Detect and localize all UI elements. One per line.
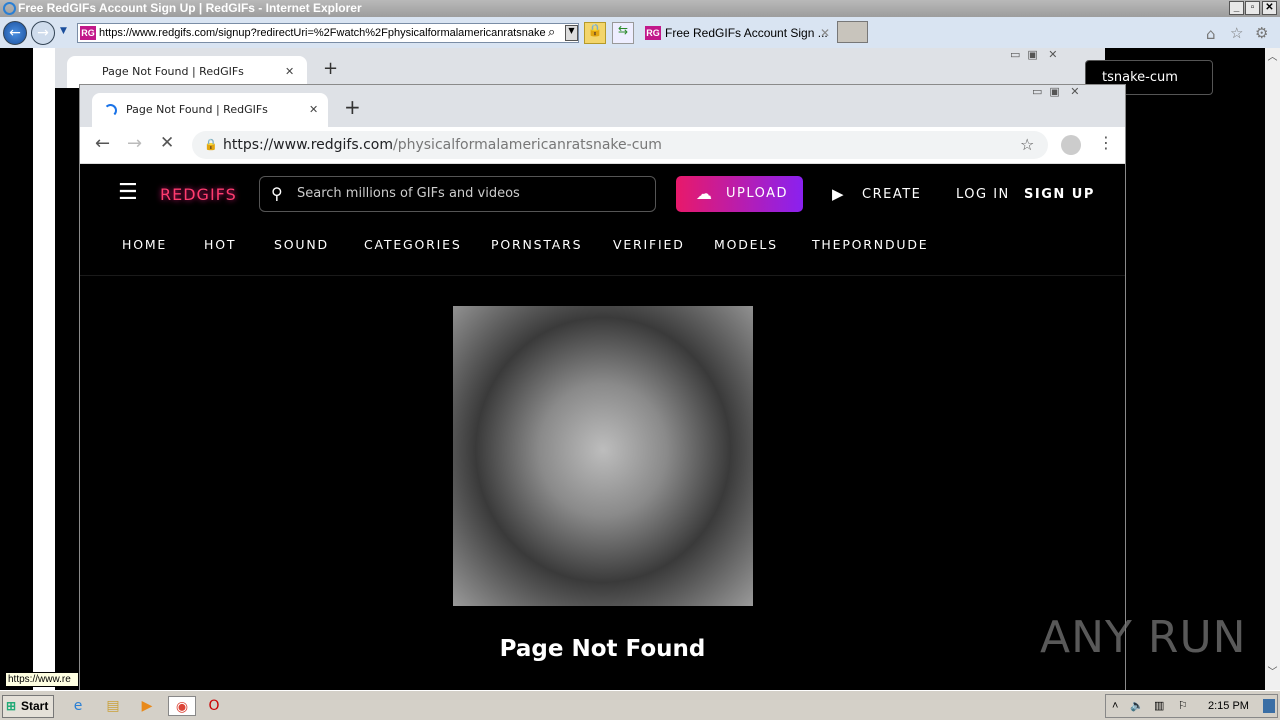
system-tray: ˄ 🔈 ▥ ⚐ 2:15 PM bbox=[1105, 694, 1278, 718]
refresh-icon[interactable]: ⇆ bbox=[612, 22, 634, 44]
nav-sound[interactable]: SOUND bbox=[274, 237, 329, 252]
ie-logo-icon bbox=[3, 2, 16, 15]
history-dropdown-icon[interactable]: ▼ bbox=[60, 26, 67, 36]
tab-label: Free RedGIFs Account Sign ... bbox=[665, 26, 828, 40]
nav-pornstars[interactable]: PORNSTARS bbox=[491, 237, 582, 252]
search-placeholder: Search millions of GIFs and videos bbox=[297, 186, 520, 201]
new-tab-icon[interactable]: + bbox=[344, 95, 361, 119]
redgifs-page: ☰ REDGIFS ⚲ Search millions of GIFs and … bbox=[80, 164, 1125, 691]
bookmark-star-icon[interactable]: ☆ bbox=[1020, 131, 1034, 159]
cloud-upload-icon: ☁ bbox=[696, 184, 714, 203]
tab-title: Page Not Found | RedGIFs bbox=[126, 103, 268, 116]
redgifs-logo[interactable]: REDGIFS bbox=[160, 185, 237, 204]
anyrun-watermark: ANY RUN bbox=[1040, 612, 1247, 663]
chrome-taskbar-icon[interactable]: ◉ bbox=[168, 696, 196, 716]
login-link[interactable]: LOG IN bbox=[956, 187, 1010, 202]
nav-categories[interactable]: CATEGORIES bbox=[364, 237, 462, 252]
favorites-star-icon[interactable]: ☆ bbox=[1230, 24, 1243, 42]
show-desktop-button[interactable] bbox=[1263, 699, 1275, 713]
chrome-window: Page Not Found | RedGIFs ✕ + ▭ ▣ ✕ ← → ✕… bbox=[79, 84, 1126, 691]
address-text: https://www.redgifs.com/signup?redirectU… bbox=[99, 27, 546, 39]
scroll-down-icon[interactable]: ﹀ bbox=[1265, 663, 1280, 678]
ie-taskbar-icon[interactable]: e bbox=[67, 696, 89, 716]
window-controls[interactable]: ▭ ▣ ✕ bbox=[1010, 48, 1058, 61]
network-icon[interactable]: ▥ bbox=[1154, 695, 1164, 717]
search-icon[interactable]: ⌕ bbox=[548, 25, 555, 40]
url-path: /physicalformalamericanratsnake-cum bbox=[393, 137, 662, 153]
loading-spinner-icon bbox=[104, 104, 117, 117]
not-found-image bbox=[453, 306, 753, 606]
explorer-taskbar-icon[interactable]: ▤ bbox=[102, 696, 124, 716]
media-player-taskbar-icon[interactable]: ▶ bbox=[136, 696, 158, 716]
stop-icon[interactable]: ✕ bbox=[160, 133, 174, 153]
tab-close-icon[interactable]: ✕ bbox=[820, 22, 830, 44]
tab-strip: Page Not Found | RedGIFs ✕ + ▭ ▣ ✕ bbox=[80, 85, 1125, 127]
forward-button[interactable]: → bbox=[31, 21, 55, 45]
clock[interactable]: 2:15 PM bbox=[1208, 695, 1249, 717]
nav-models[interactable]: MODELS bbox=[714, 237, 778, 252]
hamburger-menu-icon[interactable]: ☰ bbox=[118, 180, 138, 205]
new-tab-icon[interactable]: + bbox=[323, 58, 338, 79]
ie-window-title: Free RedGIFs Account Sign Up | RedGIFs -… bbox=[18, 1, 362, 15]
action-center-flag-icon[interactable]: ⚐ bbox=[1178, 695, 1188, 717]
new-tab-button[interactable] bbox=[837, 21, 868, 43]
profile-avatar[interactable] bbox=[1061, 135, 1081, 155]
start-label: Start bbox=[21, 699, 49, 713]
favicon: RG bbox=[80, 26, 96, 40]
favicon: RG bbox=[645, 26, 661, 40]
ie-tab[interactable]: RG Free RedGIFs Account Sign ... ✕ bbox=[641, 22, 834, 44]
address-dropdown[interactable]: ▼ bbox=[565, 25, 578, 41]
home-icon[interactable]: ⌂ bbox=[1206, 25, 1216, 43]
status-tooltip: https://www.re bbox=[5, 672, 79, 687]
tools-gear-icon[interactable]: ⚙ bbox=[1255, 24, 1268, 42]
maximize-button[interactable]: ▫ bbox=[1245, 1, 1260, 15]
forward-icon[interactable]: → bbox=[127, 133, 142, 154]
background-window-edge bbox=[33, 48, 55, 690]
menu-kebab-icon[interactable]: ⋮ bbox=[1098, 133, 1114, 152]
tab-title: Page Not Found | RedGIFs bbox=[102, 65, 244, 78]
show-hidden-icons[interactable]: ˄ bbox=[1112, 695, 1118, 717]
minimize-button[interactable]: _ bbox=[1229, 1, 1244, 15]
page-not-found-heading: Page Not Found bbox=[499, 636, 706, 662]
opera-taskbar-icon[interactable]: O bbox=[203, 696, 225, 716]
tab-close-icon[interactable]: ✕ bbox=[309, 93, 318, 127]
upload-button[interactable]: ☁ UPLOAD bbox=[676, 176, 803, 212]
back-button[interactable]: ← bbox=[3, 21, 27, 45]
signup-link[interactable]: SIGN UP bbox=[1024, 187, 1095, 202]
volume-icon[interactable]: 🔈 bbox=[1130, 695, 1144, 717]
nav-home[interactable]: HOME bbox=[122, 237, 167, 252]
nav-theporndude[interactable]: THEPORNDUDE bbox=[812, 237, 928, 252]
ie-address-bar[interactable]: RG https://www.redgifs.com/signup?redire… bbox=[77, 23, 579, 43]
lock-icon: 🔒 bbox=[204, 138, 218, 151]
url-host: https://www.redgifs.com bbox=[223, 137, 393, 153]
start-button[interactable]: ⊞ Start bbox=[2, 695, 54, 718]
windows-logo-icon: ⊞ bbox=[6, 699, 17, 713]
search-icon: ⚲ bbox=[271, 184, 283, 203]
active-tab[interactable]: Page Not Found | RedGIFs ✕ bbox=[92, 93, 328, 127]
upload-label: UPLOAD bbox=[726, 186, 789, 201]
ie-scrollbar[interactable]: ︿ ﹀ bbox=[1265, 48, 1280, 690]
omnibox[interactable]: 🔒 https://www.redgifs.com/physicalformal… bbox=[192, 131, 1048, 159]
ie-title-bar: Free RedGIFs Account Sign Up | RedGIFs -… bbox=[0, 0, 1280, 17]
close-button[interactable]: ✕ bbox=[1262, 1, 1277, 15]
header-divider bbox=[80, 275, 1125, 276]
chrome-toolbar: ← → ✕ 🔒 https://www.redgifs.com/physical… bbox=[80, 127, 1125, 164]
background-chrome-window: Page Not Found | RedGIFs ✕ + ▭ ▣ ✕ bbox=[55, 48, 1105, 88]
create-link[interactable]: CREATE bbox=[862, 187, 921, 202]
search-input[interactable]: ⚲ Search millions of GIFs and videos bbox=[259, 176, 656, 212]
nav-verified[interactable]: VERIFIED bbox=[613, 237, 685, 252]
scroll-up-icon[interactable]: ︿ bbox=[1265, 48, 1280, 63]
ie-toolbar: ← → ▼ RG https://www.redgifs.com/signup?… bbox=[0, 17, 1280, 48]
create-icon: ▶ bbox=[832, 185, 846, 203]
nav-hot[interactable]: HOT bbox=[204, 237, 236, 252]
lock-icon[interactable]: 🔒 bbox=[584, 22, 606, 44]
taskbar: ⊞ Start e ▤ ▶ ◉ O ˄ 🔈 ▥ ⚐ 2:15 PM bbox=[0, 690, 1280, 720]
back-icon[interactable]: ← bbox=[95, 133, 110, 154]
window-controls[interactable]: ▭ ▣ ✕ bbox=[1032, 85, 1080, 98]
